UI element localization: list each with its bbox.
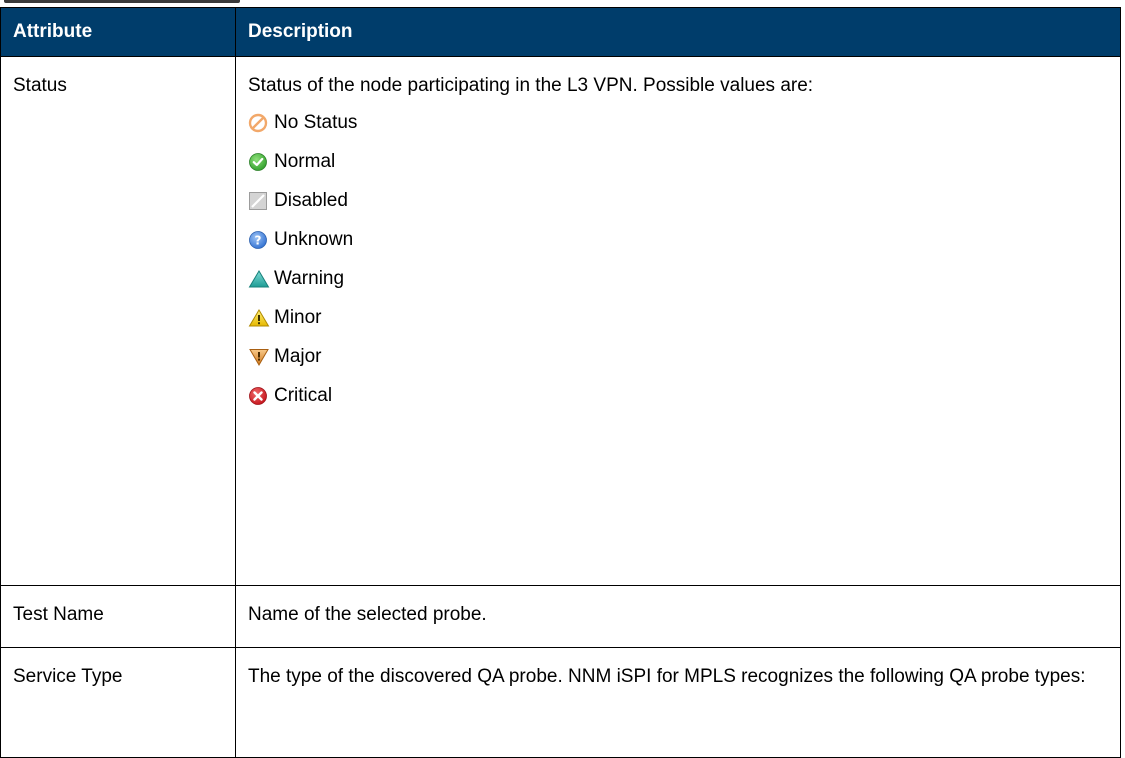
table-row: Service Type The type of the discovered … <box>0 647 1121 758</box>
status-label: Disabled <box>274 189 348 211</box>
attribute-cell: Test Name <box>0 585 236 648</box>
status-label: Normal <box>274 150 336 172</box>
status-value-warning: Warning <box>248 259 1108 298</box>
description-column-header: Description <box>235 7 1121 57</box>
status-values-list: No Status Normal Disabled ? Unknown Warn… <box>248 103 1108 415</box>
status-label: Warning <box>274 267 345 289</box>
attribute-cell: Status <box>0 56 236 586</box>
status-value-minor: Minor <box>248 298 1108 337</box>
attributes-table: Attribute Description Status Status of t… <box>0 7 1121 758</box>
disabled-icon <box>248 190 274 212</box>
table-row: Test Name Name of the selected probe. <box>0 585 1121 648</box>
status-label: Critical <box>274 384 333 406</box>
svg-text:?: ? <box>255 233 262 247</box>
attribute-cell: Service Type <box>0 647 236 758</box>
description-cell: Name of the selected probe. <box>235 585 1121 648</box>
status-label: Unknown <box>274 228 354 250</box>
table-header-row: Attribute Description <box>0 7 1121 57</box>
no-status-icon <box>248 112 274 134</box>
table-row: Status Status of the node participating … <box>0 56 1121 586</box>
minor-icon <box>248 307 274 329</box>
status-value-major: Major <box>248 337 1108 376</box>
status-value-critical: Critical <box>248 376 1108 415</box>
status-value-normal: Normal <box>248 142 1108 181</box>
status-value-disabled: Disabled <box>248 181 1108 220</box>
unknown-icon: ? <box>248 229 274 251</box>
normal-icon <box>248 151 274 173</box>
status-value-no-status: No Status <box>248 103 1108 142</box>
description-cell: The type of the discovered QA probe. NNM… <box>235 647 1121 758</box>
status-label: Major <box>274 345 322 367</box>
status-label: No Status <box>274 111 358 133</box>
major-icon <box>248 346 274 368</box>
description-cell: Status of the node participating in the … <box>235 56 1121 586</box>
critical-icon <box>248 385 274 407</box>
warning-icon <box>248 268 274 290</box>
status-description-text: Status of the node participating in the … <box>248 75 814 96</box>
cutoff-section-heading <box>4 0 244 6</box>
status-value-unknown: ? Unknown <box>248 220 1108 259</box>
attribute-column-header: Attribute <box>0 7 236 57</box>
status-label: Minor <box>274 306 322 328</box>
